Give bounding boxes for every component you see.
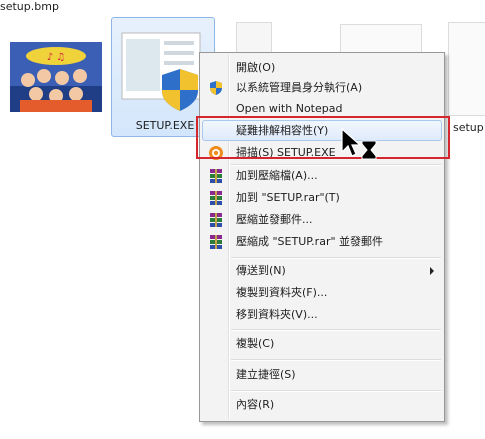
menu-item-label: 複製到資料夾(F)... [236, 286, 328, 299]
file-thumbnail-partial[interactable] [236, 22, 272, 56]
menu-item-label: 壓縮成 "SETUP.rar" 並發郵件 [236, 235, 384, 248]
menu-item-add-to-archive[interactable]: 加到壓縮檔(A)... [202, 165, 442, 186]
menu-item-label: 加到壓縮檔(A)... [236, 169, 318, 182]
submenu-arrow-icon [430, 267, 434, 275]
menu-item-properties[interactable]: 內容(R) [202, 394, 442, 415]
menu-item-label: 傳送到(N) [236, 264, 286, 277]
menu-item-label: 加到 "SETUP.rar"(T) [236, 191, 340, 204]
context-menu: 開啟(O) 以系統管理員身分執行(A) Open with Notepad 疑難… [199, 52, 445, 422]
highlight-box [196, 116, 450, 159]
svg-text:♪ ♫: ♪ ♫ [47, 52, 66, 63]
uac-shield-icon [210, 81, 222, 95]
menu-item-move-to-folder[interactable]: 移到資料夾(V)... [202, 304, 442, 325]
menu-item-label: 以系統管理員身分執行(A) [236, 81, 363, 94]
exe-thumbnail-image [121, 32, 201, 111]
menu-item-open[interactable]: 開啟(O) [202, 57, 442, 78]
winrar-icon [210, 235, 222, 249]
menu-separator [231, 390, 441, 392]
busy-cursor-icon [341, 128, 377, 160]
file-thumbnail-partial[interactable] [448, 22, 485, 116]
menu-item-send-to[interactable]: 傳送到(N) [202, 260, 442, 281]
bmp-thumbnail-image: ♪ ♫ [10, 42, 102, 112]
menu-item-label: 建立捷徑(S) [236, 368, 296, 381]
menu-item-add-to-setup-rar[interactable]: 加到 "SETUP.rar"(T) [202, 187, 442, 208]
menu-item-label: 開啟(O) [236, 61, 276, 74]
menu-item-create-shortcut[interactable]: 建立捷徑(S) [202, 364, 442, 385]
menu-separator [231, 257, 441, 259]
winrar-icon [210, 213, 222, 227]
menu-item-label: 內容(R) [236, 398, 275, 411]
file-label-right: setup [453, 121, 484, 134]
menu-item-label: 複製(C) [236, 337, 275, 350]
file-item-setup-bmp[interactable]: ♪ ♫ setup.bmp [0, 0, 110, 140]
winrar-icon [210, 191, 222, 205]
menu-item-compress-and-email[interactable]: 壓縮並發郵件... [202, 209, 442, 230]
menu-item-label: 壓縮並發郵件... [236, 213, 313, 226]
winrar-icon [210, 169, 222, 183]
menu-item-label: 移到資料夾(V)... [236, 308, 318, 321]
menu-item-run-as-admin[interactable]: 以系統管理員身分執行(A) [202, 77, 442, 98]
file-label: setup.bmp [0, 0, 59, 13]
menu-item-copy-to-folder[interactable]: 複製到資料夾(F)... [202, 282, 442, 303]
menu-item-compress-to-setup-rar-and-email[interactable]: 壓縮成 "SETUP.rar" 並發郵件 [202, 231, 442, 252]
menu-item-copy[interactable]: 複製(C) [202, 333, 442, 354]
menu-separator [231, 329, 441, 331]
menu-separator [231, 359, 441, 361]
